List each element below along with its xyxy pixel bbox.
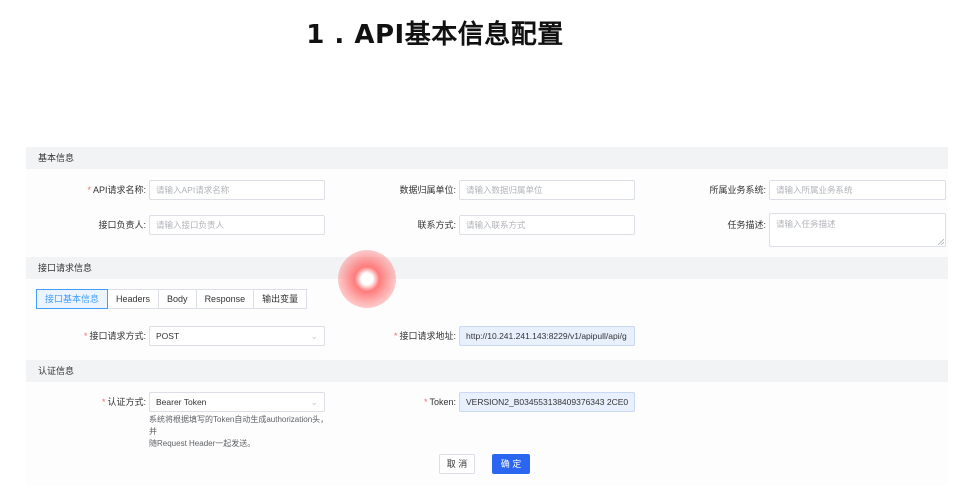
method-select-value: POST [156, 331, 180, 341]
request-tabs: 接口基本信息 Headers Body Response 输出变量 [36, 289, 308, 309]
tab-basic-info[interactable]: 接口基本信息 [36, 289, 109, 309]
chevron-down-icon: ⌄ [310, 331, 318, 341]
method-select[interactable]: POST ⌄ [149, 326, 325, 346]
auth-help-text: 系统将根据填写的Token自动生成authorization头，并 随Reque… [149, 414, 329, 450]
section-basic-info: 基本信息 [26, 147, 948, 169]
cursor-highlight [338, 250, 396, 308]
auth-type-select-value: Bearer Token [156, 397, 207, 407]
owner-unit-label: 数据归属单位: [399, 185, 456, 195]
url-label: * 接口请求地址: [356, 326, 456, 346]
required-mark: * [393, 331, 398, 341]
confirm-button[interactable]: 确 定 [492, 454, 530, 474]
url-label-text: 接口请求地址: [399, 331, 456, 341]
cancel-button[interactable]: 取 消 [439, 454, 475, 474]
auth-help-line-1: 系统将根据填写的Token自动生成authorization头，并 [149, 415, 329, 436]
section-auth-info: 认证信息 [26, 360, 948, 382]
contact-input[interactable]: 请输入联系方式 [459, 215, 635, 235]
api-config-form: 基本信息 * API请求名称: 请输入API请求名称 数据归属单位: 请输入数据归… [26, 147, 948, 485]
auth-type-label: * 认证方式: [26, 392, 146, 412]
tab-headers[interactable]: Headers [107, 289, 160, 309]
token-input[interactable]: VERSION2_B034553138409376343 2CE0 [459, 392, 635, 412]
required-mark: * [101, 397, 106, 407]
token-label-text: Token: [429, 397, 456, 407]
method-label-text: 接口请求方式: [89, 331, 146, 341]
task-desc-textarea[interactable]: 请输入任务描述 [769, 213, 946, 247]
required-mark: * [423, 397, 428, 407]
owner-person-label: 接口负责人: [98, 220, 146, 230]
token-label: * Token: [356, 392, 456, 412]
url-input[interactable]: http://10.241.241.143:8229/v1/apipull/ap… [459, 326, 635, 346]
method-label: * 接口请求方式: [26, 326, 146, 346]
required-mark: * [87, 185, 91, 195]
business-system-input[interactable]: 请输入所属业务系统 [769, 180, 946, 200]
auth-type-label-text: 认证方式: [107, 397, 146, 407]
section-request-info: 接口请求信息 [26, 257, 948, 279]
tab-body[interactable]: Body [158, 289, 197, 309]
chevron-down-icon: ⌄ [310, 397, 318, 407]
api-name-input[interactable]: 请输入API请求名称 [149, 180, 325, 200]
owner-person-input[interactable]: 请输入接口负责人 [149, 215, 325, 235]
business-system-label: 所属业务系统: [709, 185, 766, 195]
auth-type-select[interactable]: Bearer Token ⌄ [149, 392, 325, 412]
task-desc-placeholder: 请输入任务描述 [776, 219, 836, 229]
resize-handle-icon[interactable] [938, 239, 944, 245]
required-mark: * [83, 331, 88, 341]
owner-unit-input[interactable]: 请输入数据归属单位 [459, 180, 635, 200]
slide-title: 1 . API基本信息配置 [306, 20, 564, 50]
task-desc-label: 任务描述: [727, 220, 766, 230]
auth-help-line-2: 随Request Header一起发送。 [149, 439, 256, 448]
api-name-label-text: API请求名称: [92, 185, 146, 195]
api-name-label: * API请求名称: [26, 180, 146, 200]
tab-response[interactable]: Response [195, 289, 255, 309]
contact-label: 联系方式: [417, 220, 456, 230]
tab-output-vars[interactable]: 输出变量 [253, 289, 308, 309]
